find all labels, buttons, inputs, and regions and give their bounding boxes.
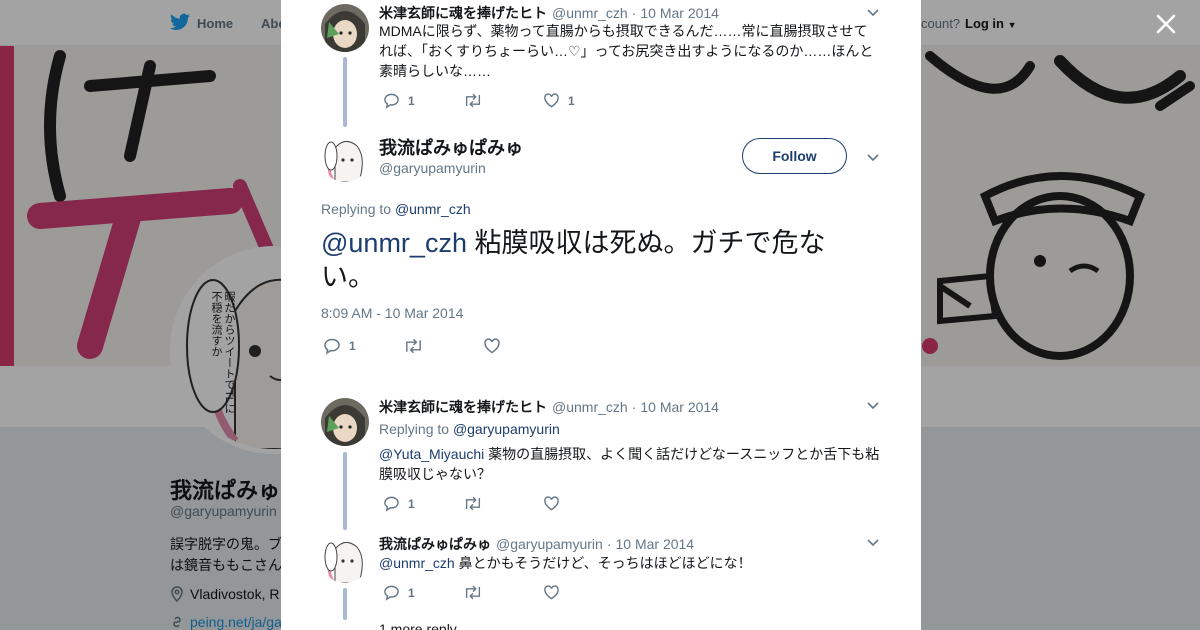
reply-action[interactable]: 1 (383, 495, 463, 512)
parent-tweet-header: 米津玄師に魂を捧げたヒト @unmr_czh · 10 Mar 2014 (379, 3, 719, 23)
reply-icon[interactable] (383, 92, 400, 109)
reply-header: 我流ぱみゅぱみゅ @garyupamyurin · 10 Mar 2014 (379, 534, 694, 554)
chevron-down-icon[interactable] (865, 4, 881, 20)
reply-text: @unmr_czh 鼻とかもそうだけど、そっちはほどほどにな！ (379, 553, 884, 573)
retweet-action[interactable] (403, 337, 483, 355)
reply-text: @Yuta_Miyauchi 薬物の直腸摂取、よく聞く話だけどなースニッフとか舌… (379, 444, 884, 484)
main-tweet-author-handle[interactable]: @garyupamyurin (379, 160, 486, 176)
close-icon[interactable] (1152, 10, 1180, 38)
tweet-author-name[interactable]: 我流ぱみゅぱみゅ (379, 534, 491, 554)
reply-icon[interactable] (383, 495, 400, 512)
reply-avatar[interactable] (321, 535, 369, 583)
replying-to-handle[interactable]: @unmr_czh (395, 201, 471, 217)
separator-dot: · (631, 5, 637, 21)
reply-count: 1 (408, 496, 415, 511)
tweet-author-handle[interactable]: @unmr_czh (552, 399, 628, 415)
main-tweet-mention[interactable]: @unmr_czh (321, 228, 467, 258)
retweet-action[interactable] (463, 584, 543, 601)
more-replies-link[interactable]: 1 more reply (379, 621, 457, 630)
like-action[interactable] (543, 495, 623, 512)
reply-count: 1 (408, 93, 415, 108)
like-action[interactable]: 1 (543, 92, 623, 109)
replying-to-prefix: Replying to (321, 201, 392, 217)
reply-count: 1 (408, 585, 415, 600)
reply-icon[interactable] (383, 584, 400, 601)
retweet-action[interactable] (463, 92, 543, 109)
follow-button[interactable]: Follow (742, 138, 847, 174)
heart-icon[interactable] (543, 92, 560, 109)
main-replying-to: Replying to @unmr_czh (321, 201, 471, 217)
retweet-icon[interactable] (463, 92, 483, 109)
like-count: 1 (568, 93, 575, 108)
retweet-action[interactable] (463, 495, 543, 512)
retweet-icon[interactable] (403, 337, 424, 355)
replying-to-prefix: Replying to (379, 421, 450, 437)
tweet-author-handle[interactable]: @unmr_czh (552, 5, 628, 21)
reply-avatar-illustration (321, 398, 369, 446)
reply-body: 鼻とかもそうだけど、そっちはほどほどにな！ (458, 555, 752, 571)
retweet-icon[interactable] (463, 495, 483, 512)
parent-tweet-actions: 1 1 (383, 92, 623, 109)
reply-action[interactable]: 1 (383, 584, 463, 601)
reply-action[interactable]: 1 (383, 92, 463, 109)
main-tweet-timestamp[interactable]: 8:09 AM - 10 Mar 2014 (321, 305, 463, 321)
retweet-icon[interactable] (463, 584, 483, 601)
thread-line (343, 588, 347, 620)
tweet-author-name[interactable]: 米津玄師に魂を捧げたヒト (379, 397, 547, 417)
like-action[interactable] (543, 584, 623, 601)
tweet-date[interactable]: 10 Mar 2014 (640, 5, 719, 21)
heart-icon[interactable] (543, 495, 560, 512)
like-action[interactable] (483, 337, 563, 355)
thread-line (343, 452, 347, 530)
main-avatar-illustration (321, 134, 369, 182)
main-tweet-avatar[interactable] (321, 134, 369, 182)
parent-tweet-avatar[interactable] (321, 4, 369, 52)
parent-tweet-text: MDMAに限らず、薬物って直腸からも摂取できるんだ……常に直腸摂取させてれば、「… (379, 23, 874, 79)
reply-header: 米津玄師に魂を捧げたヒト @unmr_czh · 10 Mar 2014 (379, 397, 719, 417)
chevron-down-icon[interactable] (865, 149, 881, 165)
reply-avatar[interactable] (321, 398, 369, 446)
reply-action[interactable]: 1 (323, 337, 403, 355)
thread-line (343, 57, 347, 127)
reply-actions: 1 (383, 584, 623, 601)
reply-count: 1 (349, 339, 356, 353)
chevron-down-icon[interactable] (865, 397, 881, 413)
reply-icon[interactable] (323, 337, 341, 355)
reply-mention[interactable]: @Yuta_Miyauchi (379, 446, 484, 462)
parent-avatar-illustration (321, 4, 369, 52)
tweet-author-handle[interactable]: @garyupamyurin (496, 536, 603, 552)
heart-icon[interactable] (543, 584, 560, 601)
main-tweet-actions: 1 (323, 337, 563, 355)
reply-mention[interactable]: @unmr_czh (379, 555, 455, 571)
reply-replying-to: Replying to @garyupamyurin (379, 421, 560, 437)
separator-dot: · (606, 536, 612, 552)
tweet-date[interactable]: 10 Mar 2014 (640, 399, 719, 415)
tweet-author-name[interactable]: 米津玄師に魂を捧げたヒト (379, 3, 547, 23)
reply-actions: 1 (383, 495, 623, 512)
heart-icon[interactable] (483, 337, 501, 355)
tweet-date[interactable]: 10 Mar 2014 (615, 536, 694, 552)
separator-dot: · (631, 399, 637, 415)
main-tweet-text: @unmr_czh 粘膜吸収は死ぬ。ガチで危ない。 (321, 226, 861, 294)
tweet-permalink-modal: 米津玄師に魂を捧げたヒト @unmr_czh · 10 Mar 2014 MDM… (281, 0, 921, 630)
replying-to-handle[interactable]: @garyupamyurin (453, 421, 560, 437)
main-tweet-author-name[interactable]: 我流ぱみゅぱみゅ (379, 134, 523, 160)
reply-avatar-illustration (321, 535, 369, 583)
chevron-down-icon[interactable] (865, 534, 881, 550)
